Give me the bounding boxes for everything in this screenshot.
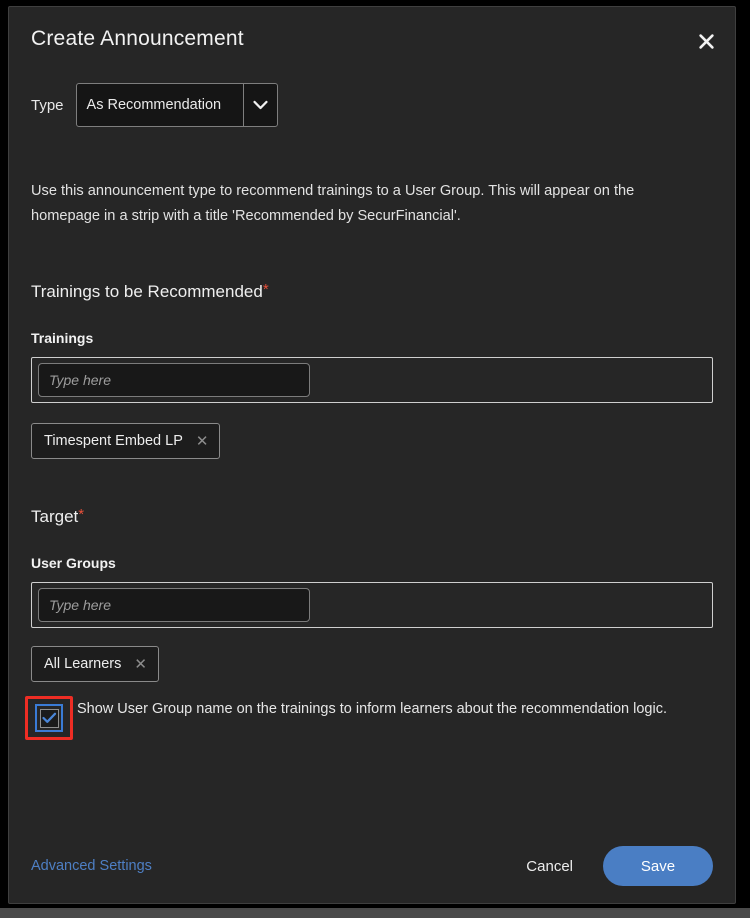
trainings-section: Trainings to be Recommended* Trainings T… [31, 282, 713, 459]
create-announcement-dialog: Create Announcement Type As Recommendati… [8, 6, 736, 904]
trainings-section-heading-text: Trainings to be Recommended [31, 282, 263, 301]
user-groups-input[interactable] [38, 588, 310, 622]
required-asterisk: * [262, 281, 269, 298]
dialog-body: Type As Recommendation Use this announce… [9, 71, 735, 829]
dialog-header: Create Announcement [9, 7, 735, 71]
advanced-settings-link[interactable]: Advanced Settings [31, 858, 152, 874]
save-button[interactable]: Save [603, 846, 713, 886]
chip-label: All Learners [44, 656, 122, 672]
list-item[interactable]: Timespent Embed LP ✕ [31, 423, 221, 459]
dialog-footer: Advanced Settings Cancel Save [9, 829, 735, 903]
chip-label: Timespent Embed LP [44, 433, 183, 449]
show-user-group-name-option: Show User Group name on the trainings to… [25, 696, 713, 740]
user-groups-field-label: User Groups [31, 555, 116, 571]
trainings-input[interactable] [38, 363, 310, 397]
footer-actions: Cancel Save [518, 846, 713, 886]
trainings-chip-row: Timespent Embed LP ✕ [31, 423, 713, 459]
announcement-type-value: As Recommendation [86, 97, 222, 113]
target-section: Target* User Groups All Learners ✕ [31, 507, 713, 682]
chevron-down-icon[interactable] [242, 84, 277, 126]
trainings-field-label: Trainings [31, 330, 94, 346]
checkbox-focus-ring [35, 704, 63, 732]
trainings-section-heading: Trainings to be Recommended* [31, 282, 713, 302]
announcement-type-select[interactable]: As Recommendation [75, 83, 278, 127]
type-row: Type As Recommendation [31, 83, 713, 127]
check-icon [41, 712, 56, 723]
annotation-highlight-box [25, 696, 73, 740]
screen-root: Create Announcement Type As Recommendati… [0, 0, 750, 918]
type-description: Use this announcement type to recommend … [31, 183, 635, 224]
close-icon[interactable] [693, 28, 719, 54]
trainings-token-field[interactable] [31, 357, 713, 403]
show-user-group-name-label: Show User Group name on the trainings to… [77, 701, 667, 717]
bottom-strip [0, 908, 750, 918]
list-item[interactable]: All Learners ✕ [31, 646, 159, 682]
show-user-group-name-checkbox[interactable] [39, 708, 59, 728]
page-title: Create Announcement [31, 27, 244, 50]
type-label: Type [31, 96, 64, 114]
close-icon[interactable]: ✕ [193, 432, 212, 451]
target-section-heading-text: Target [31, 507, 79, 526]
user-groups-token-field[interactable] [31, 582, 713, 628]
user-groups-chip-row: All Learners ✕ [31, 646, 713, 682]
required-asterisk: * [78, 506, 85, 523]
cancel-button[interactable]: Cancel [518, 852, 581, 881]
close-icon[interactable]: ✕ [131, 655, 150, 674]
target-section-heading: Target* [31, 507, 713, 527]
